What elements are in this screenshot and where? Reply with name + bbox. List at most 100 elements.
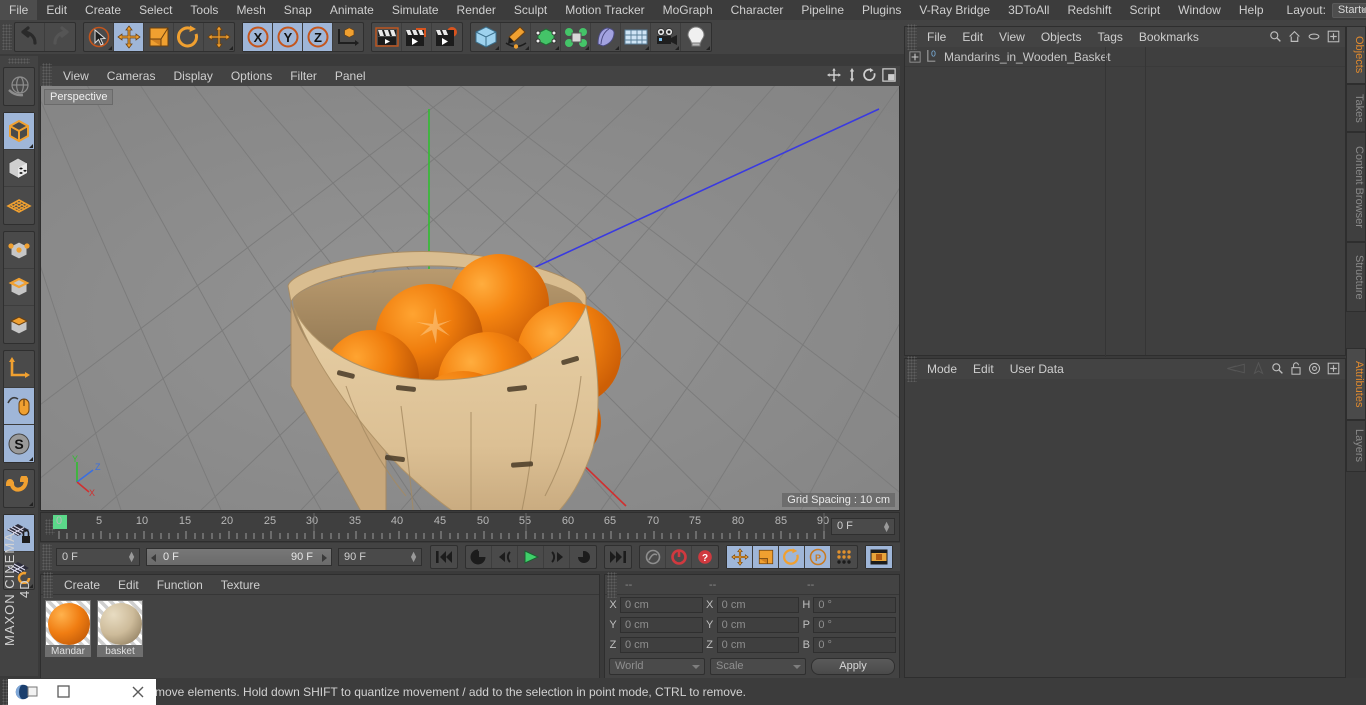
material-menu-edit[interactable]: Edit (109, 578, 148, 592)
pan-view-icon[interactable] (827, 68, 841, 82)
coord-field-rot-b[interactable]: 0 ° (813, 637, 897, 653)
object-menu-tags[interactable]: Tags (1090, 30, 1131, 44)
object-manager-grip[interactable] (907, 24, 917, 50)
axis-z-button[interactable]: Z (303, 23, 333, 51)
material-menu-function[interactable]: Function (148, 578, 212, 592)
object-menu-bookmarks[interactable]: Bookmarks (1131, 30, 1207, 44)
left-toolbar-grip[interactable] (8, 58, 30, 64)
timeline-ruler[interactable]: 0 5 10 15 20 25 30 35 40 45 50 55 60 65 … (40, 512, 900, 542)
coordinate-grip[interactable] (607, 571, 617, 598)
render-view-button[interactable] (372, 23, 402, 51)
play-button[interactable] (518, 546, 544, 568)
dolly-view-icon[interactable] (846, 68, 858, 82)
object-name[interactable]: Mandarins_in_Wooden_Basket (944, 50, 1111, 64)
menu-item-sculpt[interactable]: Sculpt (505, 0, 556, 20)
coordinate-system-select[interactable]: World (609, 658, 705, 675)
nurbs-button[interactable] (531, 23, 561, 51)
model-mode-button[interactable] (4, 113, 34, 150)
ellipse-icon[interactable] (1307, 30, 1321, 43)
menu-item-window[interactable]: Window (1169, 0, 1230, 20)
maximize-icon[interactable] (82, 679, 119, 705)
home-icon[interactable] (1288, 30, 1301, 43)
viewport-menu-panel[interactable]: Panel (326, 69, 375, 83)
rotate-tool-button[interactable] (174, 23, 204, 51)
coord-field-pos-x[interactable]: 0 cm (620, 597, 703, 613)
coord-field-size-z[interactable]: 0 cm (716, 637, 800, 653)
menu-item-vray-bridge[interactable]: V-Ray Bridge (910, 0, 999, 20)
search-icon[interactable] (1271, 362, 1284, 375)
next-icon[interactable] (1252, 362, 1265, 375)
enable-axis-button[interactable] (4, 388, 34, 425)
move-tool-button[interactable] (114, 23, 144, 51)
record-active-objects-button[interactable] (640, 546, 666, 568)
camera-button[interactable] (651, 23, 681, 51)
material-menu-create[interactable]: Create (55, 578, 109, 592)
menu-item-snap[interactable]: Snap (275, 0, 321, 20)
render-region-button[interactable] (402, 23, 432, 51)
attribute-menu-mode[interactable]: Mode (919, 362, 965, 376)
world-object-axis-button[interactable] (333, 23, 363, 51)
coord-field-pos-z[interactable]: 0 cm (620, 637, 703, 653)
menu-item-help[interactable]: Help (1230, 0, 1273, 20)
expand-collapse-icon[interactable] (909, 50, 921, 63)
rotation-key-button[interactable] (779, 546, 805, 568)
menu-item-pipeline[interactable]: Pipeline (792, 0, 853, 20)
menu-item-mesh[interactable]: Mesh (227, 0, 274, 20)
position-key-button[interactable] (727, 546, 753, 568)
menu-item-mograph[interactable]: MoGraph (654, 0, 722, 20)
texture-mode-button[interactable] (4, 150, 34, 187)
material-item[interactable]: Mandar (45, 600, 91, 657)
prev-icon[interactable] (1224, 362, 1246, 375)
undo-view-button[interactable] (4, 68, 34, 105)
menu-item-plugins[interactable]: Plugins (853, 0, 910, 20)
menu-item-3dtoall[interactable]: 3DToAll (999, 0, 1058, 20)
app-icon[interactable] (8, 679, 45, 705)
keyframe-selection-button[interactable]: ? (692, 546, 718, 568)
tab-attributes[interactable]: Attributes (1346, 348, 1366, 420)
lock-icon[interactable] (1290, 362, 1302, 375)
menu-item-motion-tracker[interactable]: Motion Tracker (556, 0, 653, 20)
scale-key-button[interactable] (753, 546, 779, 568)
object-menu-edit[interactable]: Edit (954, 30, 991, 44)
object-menu-objects[interactable]: Objects (1033, 30, 1090, 44)
snap-button[interactable]: S (4, 425, 34, 462)
scale-tool-button[interactable] (144, 23, 174, 51)
coord-field-size-x[interactable]: 0 cm (716, 597, 800, 613)
menu-item-redshift[interactable]: Redshift (1058, 0, 1120, 20)
array-button[interactable] (561, 23, 591, 51)
layout-select[interactable]: Startup (1331, 2, 1366, 18)
menu-item-create[interactable]: Create (76, 0, 130, 20)
move-axis-button[interactable] (204, 23, 234, 51)
viewport-menu-view[interactable]: View (54, 69, 98, 83)
tab-layers[interactable]: Layers (1346, 420, 1366, 472)
material-preview[interactable] (97, 600, 143, 646)
light-button[interactable] (681, 23, 711, 51)
current-frame-field[interactable]: 0 F ▲ ▼ (831, 518, 895, 535)
minimize-icon[interactable] (45, 679, 82, 705)
menu-item-edit[interactable]: Edit (37, 0, 76, 20)
menu-item-select[interactable]: Select (130, 0, 181, 20)
tab-objects[interactable]: Objects (1346, 26, 1366, 84)
start-frame-field[interactable]: 0 F ▲ ▼ (56, 548, 140, 566)
tab-structure[interactable]: Structure (1346, 242, 1366, 312)
menu-item-render[interactable]: Render (448, 0, 505, 20)
object-menu-view[interactable]: View (991, 30, 1033, 44)
transport-grip[interactable] (42, 544, 52, 570)
menu-item-character[interactable]: Character (722, 0, 793, 20)
menu-item-animate[interactable]: Animate (321, 0, 383, 20)
range-right-arrow-icon[interactable] (322, 554, 327, 562)
coord-field-rot-h[interactable]: 0 ° (813, 597, 897, 613)
render-settings-button[interactable] (432, 23, 462, 51)
cube-primitive-button[interactable] (471, 23, 501, 51)
range-left-arrow-icon[interactable] (151, 554, 156, 562)
parameter-key-button[interactable]: P (805, 546, 831, 568)
viewport-menu-options[interactable]: Options (222, 69, 281, 83)
toolbar-grip[interactable] (2, 24, 12, 50)
point-level-animation-button[interactable] (831, 546, 857, 568)
deformer-button[interactable] (591, 23, 621, 51)
axis-x-button[interactable]: X (243, 23, 273, 51)
viewport-menu-cameras[interactable]: Cameras (98, 69, 165, 83)
attribute-menu-user-data[interactable]: User Data (1002, 362, 1072, 376)
expand-icon[interactable] (1327, 30, 1340, 43)
tab-takes[interactable]: Takes (1346, 84, 1366, 132)
